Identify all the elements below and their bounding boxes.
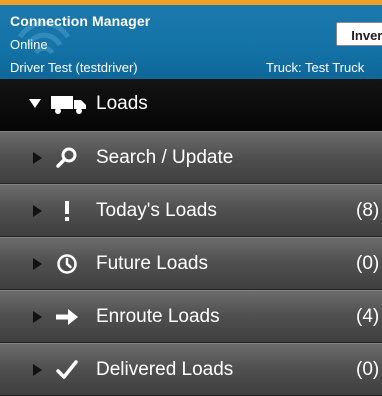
menu-item-enroute-loads[interactable]: Enroute Loads (4) <box>0 290 382 343</box>
loads-label: Loads <box>96 93 148 114</box>
menu-item-delivered-loads[interactable]: Delivered Loads (0) <box>0 343 382 396</box>
invert-button[interactable]: Invert <box>336 22 382 46</box>
arrow-right-icon <box>56 309 78 325</box>
collapsed-triangle-icon <box>33 152 42 164</box>
connection-status: Online <box>10 37 48 52</box>
menu-item-search-update[interactable]: Search / Update <box>0 131 382 184</box>
menu-item-label: Future Loads <box>96 253 208 274</box>
clock-icon <box>57 254 77 274</box>
truck-name: Truck: Test Truck <box>266 60 365 75</box>
checkmark-icon <box>56 360 78 379</box>
menu-item-count: (0) <box>356 253 380 274</box>
collapsed-triangle-icon <box>33 311 42 323</box>
app-title: Connection Manager <box>10 13 151 29</box>
collapsed-triangle-icon <box>33 364 42 376</box>
menu-item-count: (4) <box>356 306 380 327</box>
magnifier-icon <box>56 147 77 168</box>
loads-section-header[interactable]: Loads <box>0 79 382 131</box>
app-header: Connection Manager Online Driver Test (t… <box>0 5 382 79</box>
menu-item-label: Enroute Loads <box>96 306 220 327</box>
truck-icon <box>51 96 86 114</box>
menu-item-count: (8) <box>356 200 380 221</box>
menu-item-label: Today's Loads <box>96 200 217 221</box>
menu-item-count: (0) <box>356 359 380 380</box>
exclamation-icon <box>65 201 69 221</box>
menu-item-future-loads[interactable]: Future Loads (0) <box>0 237 382 290</box>
driver-name: Driver Test (testdriver) <box>10 60 138 75</box>
expand-triangle-icon <box>29 99 41 108</box>
collapsed-triangle-icon <box>33 258 42 270</box>
menu-item-todays-loads[interactable]: Today's Loads (8) <box>0 184 382 237</box>
collapsed-triangle-icon <box>33 205 42 217</box>
menu-item-label: Search / Update <box>96 147 234 168</box>
menu-item-label: Delivered Loads <box>96 359 234 380</box>
